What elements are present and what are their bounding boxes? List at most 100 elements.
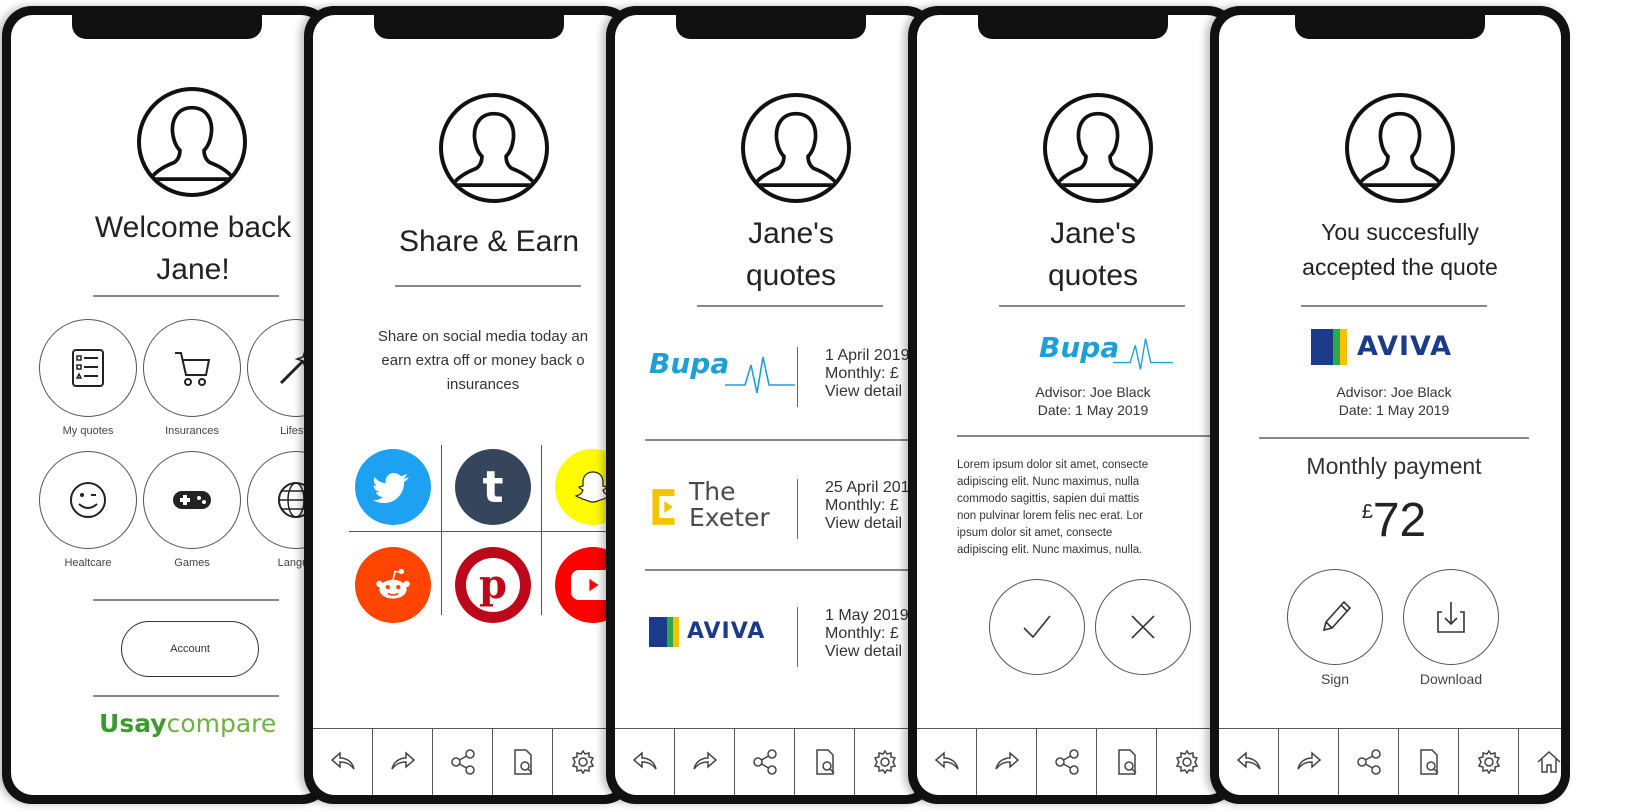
download-icon: [1437, 602, 1465, 633]
tile-my-quotes[interactable]: [39, 319, 137, 417]
gear-icon: [1477, 749, 1500, 775]
back-button[interactable]: [1219, 729, 1279, 795]
vertical-separator: [797, 607, 798, 667]
avatar[interactable]: [439, 93, 549, 203]
forward-arrow-icon: [692, 751, 717, 770]
pinterest-share-button[interactable]: p: [455, 547, 531, 623]
vertical-separator: [797, 479, 798, 539]
divider: [999, 305, 1185, 307]
welcome-title: Welcome back Jane!: [94, 211, 292, 286]
view-details-link[interactable]: View detail: [825, 515, 910, 533]
phone-share: Share & Earn Share on social media today…: [304, 6, 634, 804]
tile-insurances[interactable]: [143, 319, 241, 417]
sign-button[interactable]: [1287, 569, 1383, 665]
advisor-info: Advisor: Joe Black Date: 1 May 2019: [1035, 384, 1151, 418]
share-button[interactable]: [1037, 729, 1097, 795]
forward-button[interactable]: [1279, 729, 1339, 795]
forward-button[interactable]: [675, 729, 735, 795]
divider: [1301, 305, 1487, 307]
phone-notch: [374, 15, 564, 39]
share-icon: [752, 749, 777, 775]
document-search-button[interactable]: [1097, 729, 1157, 795]
twitter-share-button[interactable]: [355, 449, 431, 525]
quote-row-aviva[interactable]: AVIVA 1 May 2019 Monthly: £ View detail: [615, 587, 927, 687]
accepted-title: You succesfully accepted the quote: [1302, 219, 1498, 280]
screen-welcome: Welcome back Jane! My quotes Insurances …: [11, 15, 323, 795]
document-search-button[interactable]: [1399, 729, 1459, 795]
tile-label-healthcare: Healtcare: [64, 557, 112, 569]
vertical-separator: [797, 347, 798, 407]
document-search-icon: [1419, 749, 1439, 775]
tile-healthcare[interactable]: [39, 451, 137, 549]
divider: [93, 599, 279, 601]
settings-button[interactable]: [855, 729, 915, 795]
account-button[interactable]: Account: [121, 621, 259, 677]
list-icon: [72, 349, 104, 387]
person-icon: [450, 111, 538, 187]
grid-line: [541, 445, 542, 615]
avatar[interactable]: [1345, 93, 1455, 203]
phone-welcome: Welcome back Jane! My quotes Insurances …: [2, 6, 332, 804]
avatar[interactable]: [137, 87, 247, 197]
person-icon: [1356, 111, 1444, 187]
document-search-button[interactable]: [493, 729, 553, 795]
share-button[interactable]: [735, 729, 795, 795]
bottom-toolbar: [313, 728, 625, 795]
gear-icon: [571, 749, 594, 775]
bupa-logo: Bupa: [649, 347, 795, 397]
divider: [93, 295, 279, 297]
share-button[interactable]: [1339, 729, 1399, 795]
settings-button[interactable]: [553, 729, 613, 795]
back-arrow-icon: [632, 751, 657, 770]
share-button[interactable]: [433, 729, 493, 795]
settings-button[interactable]: [1459, 729, 1519, 795]
home-button[interactable]: [1519, 729, 1561, 795]
quote-row-bupa[interactable]: Bupa 1 April 2019 Monthly: £ View detail: [615, 327, 927, 427]
phone-notch: [1295, 15, 1485, 39]
reddit-icon: [376, 568, 410, 599]
forward-arrow-icon: [1296, 751, 1321, 770]
divider: [645, 439, 927, 441]
person-icon: [148, 105, 236, 181]
forward-button[interactable]: [373, 729, 433, 795]
exeter-wordmark: The Exeter: [689, 477, 770, 532]
phone-notch: [978, 15, 1168, 39]
tile-games[interactable]: [143, 451, 241, 549]
wink-face-icon: [70, 482, 106, 518]
share-icon: [1356, 749, 1381, 775]
screen-quotes: Jane's quotes Bupa 1 April 2019 Monthly:…: [615, 15, 927, 795]
forward-arrow-icon: [994, 751, 1019, 770]
tumblr-share-button[interactable]: t: [455, 449, 531, 525]
divider: [93, 695, 279, 697]
quote-row-exeter[interactable]: The Exeter 25 April 201 Monthly: £ View …: [615, 459, 927, 559]
phone-notch: [72, 15, 262, 39]
back-button[interactable]: [615, 729, 675, 795]
aviva-mark-icon: [649, 617, 679, 647]
grid-line: [441, 445, 442, 615]
bottom-toolbar: [615, 728, 927, 795]
back-button[interactable]: [917, 729, 977, 795]
aviva-mark-icon: [1311, 329, 1347, 365]
tumblr-icon: t: [482, 461, 504, 513]
avatar[interactable]: [1043, 93, 1153, 203]
view-details-link[interactable]: View detail: [825, 643, 909, 661]
download-button[interactable]: [1403, 569, 1499, 665]
reject-button[interactable]: [1095, 579, 1191, 675]
checkmark-icon: [1023, 615, 1051, 639]
forward-button[interactable]: [977, 729, 1037, 795]
tile-label-games: Games: [174, 557, 210, 569]
document-search-button[interactable]: [795, 729, 855, 795]
pulse-line-icon: [1113, 338, 1173, 370]
accept-button[interactable]: [989, 579, 1085, 675]
share-icon: [450, 749, 475, 775]
avatar[interactable]: [741, 93, 851, 203]
reddit-share-button[interactable]: [355, 547, 431, 623]
pinterest-icon: p: [466, 558, 520, 612]
phone-quote-detail: Jane's quotes Bupa Advisor: Joe Black Da…: [908, 6, 1238, 804]
settings-button[interactable]: [1157, 729, 1217, 795]
view-details-link[interactable]: View detail: [825, 383, 910, 401]
usaycompare-logo: Usaycompare: [99, 709, 277, 738]
back-button[interactable]: [313, 729, 373, 795]
currency-symbol: £: [1361, 501, 1373, 523]
gamepad-icon: [173, 491, 211, 509]
